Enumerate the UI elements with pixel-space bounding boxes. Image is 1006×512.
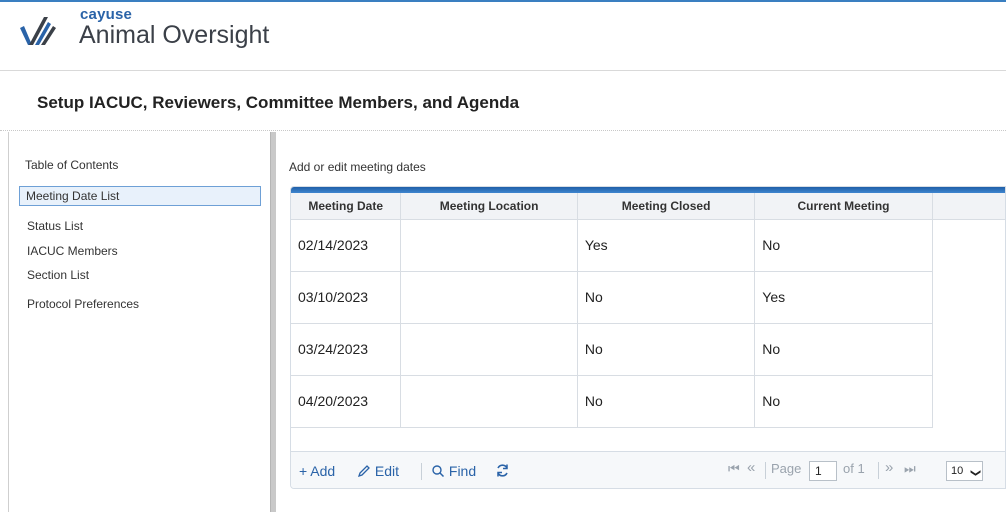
cell-meeting-date: 04/20/2023 — [291, 375, 402, 428]
table-row[interactable]: 02/14/2023 Yes No — [291, 219, 1005, 272]
product-name: Animal Oversight — [79, 21, 270, 49]
cell-empty — [932, 375, 1005, 427]
find-label: Find — [448, 463, 477, 479]
find-button[interactable]: Find — [431, 463, 476, 479]
add-button[interactable]: + Add — [299, 463, 335, 479]
cell-current-meeting: No — [754, 323, 933, 376]
cell-current-meeting: Yes — [754, 271, 933, 324]
cell-meeting-location — [400, 271, 578, 324]
main-content: Add or edit meeting dates Meeting Date M… — [276, 132, 1006, 512]
last-page-button[interactable]: ⏭ — [904, 461, 916, 477]
refresh-icon — [497, 464, 508, 477]
pager-divider — [878, 462, 879, 479]
column-header-current-meeting[interactable]: Current Meeting — [754, 193, 933, 220]
sidebar-item-meeting-date-list[interactable]: Meeting Date List — [19, 186, 261, 206]
sidebar: Table of Contents Meeting Date List Stat… — [8, 132, 270, 512]
table-row[interactable]: 04/20/2023 No No — [291, 375, 1005, 428]
cell-meeting-date: 03/24/2023 — [291, 323, 402, 376]
edit-button[interactable]: Edit — [357, 463, 399, 479]
grid-toolbar: + Add Edit Find ⏮ « Page 1 of 1 » ⏭ 10 ❯ — [291, 451, 1005, 488]
first-page-button[interactable]: ⏮ — [728, 461, 740, 477]
edit-label: Edit — [374, 463, 400, 479]
table-row[interactable]: 03/24/2023 No No — [291, 323, 1005, 376]
sidebar-item-status-list[interactable]: Status List — [23, 217, 87, 235]
cell-current-meeting: No — [754, 375, 933, 428]
column-header-meeting-date[interactable]: Meeting Date — [291, 193, 402, 220]
app-header: cayuse Animal Oversight — [0, 2, 1006, 70]
cell-empty — [932, 219, 1005, 271]
page-label: Page — [771, 461, 802, 476]
sidebar-item-protocol-preferences[interactable]: Protocol Preferences — [23, 295, 143, 313]
page-size-value: 10 — [951, 465, 964, 477]
sidebar-item-iacuc-members[interactable]: IACUC Members — [23, 242, 122, 260]
column-header-meeting-closed[interactable]: Meeting Closed — [577, 193, 756, 220]
search-icon — [432, 465, 445, 478]
table-header-row: Meeting Date Meeting Location Meeting Cl… — [291, 193, 1005, 220]
cell-meeting-date: 02/14/2023 — [291, 219, 402, 272]
cell-meeting-location — [400, 323, 578, 376]
cell-empty — [932, 271, 1005, 323]
page-number-input[interactable] — [809, 461, 837, 481]
cell-current-meeting: No — [754, 219, 933, 272]
cell-meeting-date: 03/10/2023 — [291, 271, 402, 324]
column-header-meeting-location[interactable]: Meeting Location — [400, 193, 578, 220]
section-subtitle: Add or edit meeting dates — [289, 160, 426, 174]
cayuse-logo-icon — [20, 17, 56, 45]
chevron-down-icon: ❯ — [969, 468, 981, 478]
pager-divider — [765, 462, 766, 479]
meeting-date-grid: Meeting Date Meeting Location Meeting Cl… — [290, 186, 1006, 489]
sidebar-item-section-list[interactable]: Section List — [23, 266, 93, 284]
prev-page-button[interactable]: « — [747, 459, 755, 476]
toc-title: Table of Contents — [25, 158, 119, 172]
pencil-icon — [357, 465, 370, 478]
toolbar-divider — [421, 463, 422, 480]
cell-meeting-closed: No — [577, 271, 756, 324]
meeting-table: Meeting Date Meeting Location Meeting Cl… — [291, 193, 1005, 428]
cell-meeting-location — [400, 375, 578, 428]
page-count-label: of 1 — [843, 461, 865, 476]
cell-empty — [932, 323, 1005, 375]
cell-meeting-closed: Yes — [577, 219, 756, 272]
cell-meeting-location — [400, 219, 578, 272]
page-size-select[interactable]: 10 ❯ — [946, 461, 983, 481]
cell-meeting-closed: No — [577, 323, 756, 376]
next-page-button[interactable]: » — [885, 459, 893, 476]
refresh-button[interactable] — [495, 463, 510, 479]
column-header-empty — [932, 193, 1005, 220]
page-title: Setup IACUC, Reviewers, Committee Member… — [37, 93, 520, 112]
title-bar: Setup IACUC, Reviewers, Committee Member… — [0, 71, 1006, 131]
table-row[interactable]: 03/10/2023 No Yes — [291, 271, 1005, 324]
cell-meeting-closed: No — [577, 375, 756, 428]
